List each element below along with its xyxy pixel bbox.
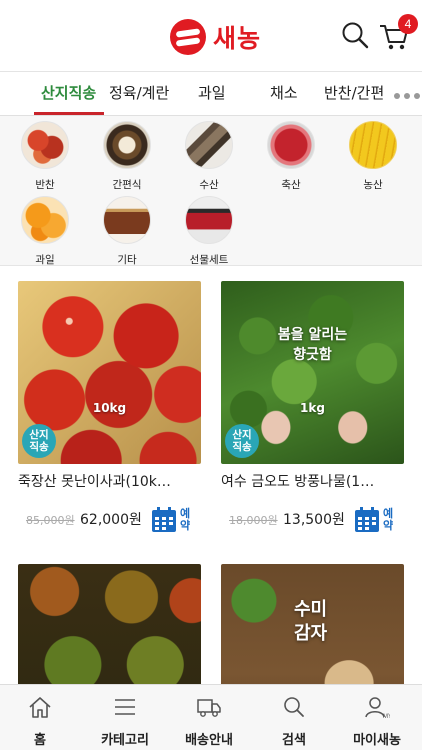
ready-meal-image: [103, 121, 151, 169]
home-icon: [29, 697, 51, 718]
price-row: 18,000원 13,500원 예약: [221, 506, 404, 534]
product-overlay-text: 봄을 알리는 향긋함: [277, 327, 348, 363]
search-icon: [284, 697, 304, 717]
category-tabs: 산지직송 정육/계란 과일 채소 반찬/간편: [0, 72, 422, 116]
bottom-navigation: 홈 카테고리 배송안내 검색 MY 마이새농: [0, 684, 422, 750]
calendar-icon: [355, 507, 379, 532]
seafood-image: [185, 121, 233, 169]
original-price: 18,000원: [229, 514, 278, 527]
tab-vegetables[interactable]: 채소: [270, 82, 298, 103]
product-card[interactable]: 수미 감자: [221, 564, 404, 684]
direct-shipping-badge: 산지 직송: [225, 424, 259, 458]
fruit-image: [21, 196, 69, 244]
product-card[interactable]: [18, 564, 201, 684]
nav-label: 마이새농: [353, 733, 401, 748]
tab-side-dishes[interactable]: 반찬/간편: [324, 82, 384, 103]
more-tabs-icon[interactable]: [394, 93, 420, 99]
logo-mark: [170, 19, 206, 55]
category-label: 선물세트: [189, 254, 229, 266]
product-grid: 10kg 산지 직송 죽장산 못난이사과(10k… 85,000원 62,000…: [0, 266, 422, 684]
product-card[interactable]: 10kg 산지 직송 죽장산 못난이사과(10k… 85,000원 62,000…: [18, 281, 201, 534]
logo-text: 새농: [213, 24, 262, 53]
original-price: 85,000원: [26, 514, 75, 527]
product-weight: 1kg: [300, 401, 325, 415]
tab-meat-eggs[interactable]: 정육/계란: [109, 82, 169, 103]
category-grid: 반찬 간편식 수산 축산 농산 과일 기타 선물세트: [0, 116, 422, 266]
product-image-potatoes: 수미 감자: [221, 564, 404, 684]
product-image-apples: 10kg 산지 직송: [18, 281, 201, 464]
product-name: 죽장산 못난이사과(10k…: [18, 474, 171, 490]
search-icon[interactable]: [340, 20, 370, 50]
category-label: 반찬: [35, 179, 55, 191]
active-tab-indicator: [34, 112, 104, 115]
calendar-icon: [152, 507, 176, 532]
nav-category[interactable]: 카테고리: [90, 695, 160, 748]
category-item-ready-meal[interactable]: 간편식: [97, 121, 157, 192]
sale-price: 62,000원: [80, 512, 142, 528]
nav-search[interactable]: 검색: [259, 695, 329, 748]
direct-shipping-badge: 산지 직송: [22, 424, 56, 458]
category-item-fruit[interactable]: 과일: [15, 196, 75, 267]
category-item-etc[interactable]: 기타: [97, 196, 157, 267]
nav-label: 배송안내: [185, 733, 233, 748]
product-weight: 10kg: [92, 401, 127, 415]
product-name: 여수 금오도 방풍나물(1…: [221, 474, 375, 490]
user-icon: MY: [365, 697, 392, 720]
livestock-image: [267, 121, 315, 169]
product-overlay-text: 수미 감자: [293, 599, 328, 644]
banchan-image: [21, 121, 69, 169]
product-card[interactable]: 봄을 알리는 향긋함 1kg 산지 직송 여수 금오도 방풍나물(1… 18,0…: [221, 281, 404, 534]
category-item-agriculture[interactable]: 농산: [343, 121, 403, 192]
tab-direct[interactable]: 산지직송: [41, 82, 96, 103]
etc-image: [103, 196, 151, 244]
category-label: 수산: [199, 179, 219, 191]
reserve-label: 예약: [180, 507, 191, 532]
nav-label: 검색: [282, 733, 306, 748]
svg-text:MY: MY: [383, 714, 390, 719]
price-row: 85,000원 62,000원 예약: [18, 506, 201, 534]
product-image-greens: 봄을 알리는 향긋함 1kg 산지 직송: [221, 281, 404, 464]
nav-my-page[interactable]: MY 마이새농: [342, 695, 412, 748]
tab-fruit[interactable]: 과일: [198, 82, 226, 103]
category-item-livestock[interactable]: 축산: [261, 121, 321, 192]
logo[interactable]: 새농: [170, 18, 261, 56]
category-item-gift-set[interactable]: 선물세트: [179, 196, 239, 267]
nav-label: 홈: [34, 733, 46, 748]
category-label: 축산: [281, 179, 301, 191]
category-item-banchan[interactable]: 반찬: [15, 121, 75, 192]
category-label: 기타: [117, 254, 137, 266]
cart-count-badge: 4: [398, 14, 418, 34]
sale-price: 13,500원: [283, 512, 345, 528]
truck-icon: [197, 699, 221, 717]
app-header: 새농 4: [0, 0, 422, 72]
reserve-label: 예약: [383, 507, 394, 532]
nav-label: 카테고리: [101, 733, 149, 748]
product-image-tomatoes: [18, 564, 201, 684]
category-label: 농산: [363, 179, 383, 191]
menu-icon: [115, 699, 135, 715]
reserve-button[interactable]: 예약: [354, 506, 398, 534]
category-label: 간편식: [112, 179, 142, 191]
nav-delivery-info[interactable]: 배송안내: [174, 695, 244, 748]
reserve-button[interactable]: 예약: [151, 506, 195, 534]
nav-home[interactable]: 홈: [5, 695, 75, 748]
category-item-seafood[interactable]: 수산: [179, 121, 239, 192]
category-label: 과일: [35, 254, 55, 266]
agriculture-image: [349, 121, 397, 169]
gift-set-image: [185, 196, 233, 244]
